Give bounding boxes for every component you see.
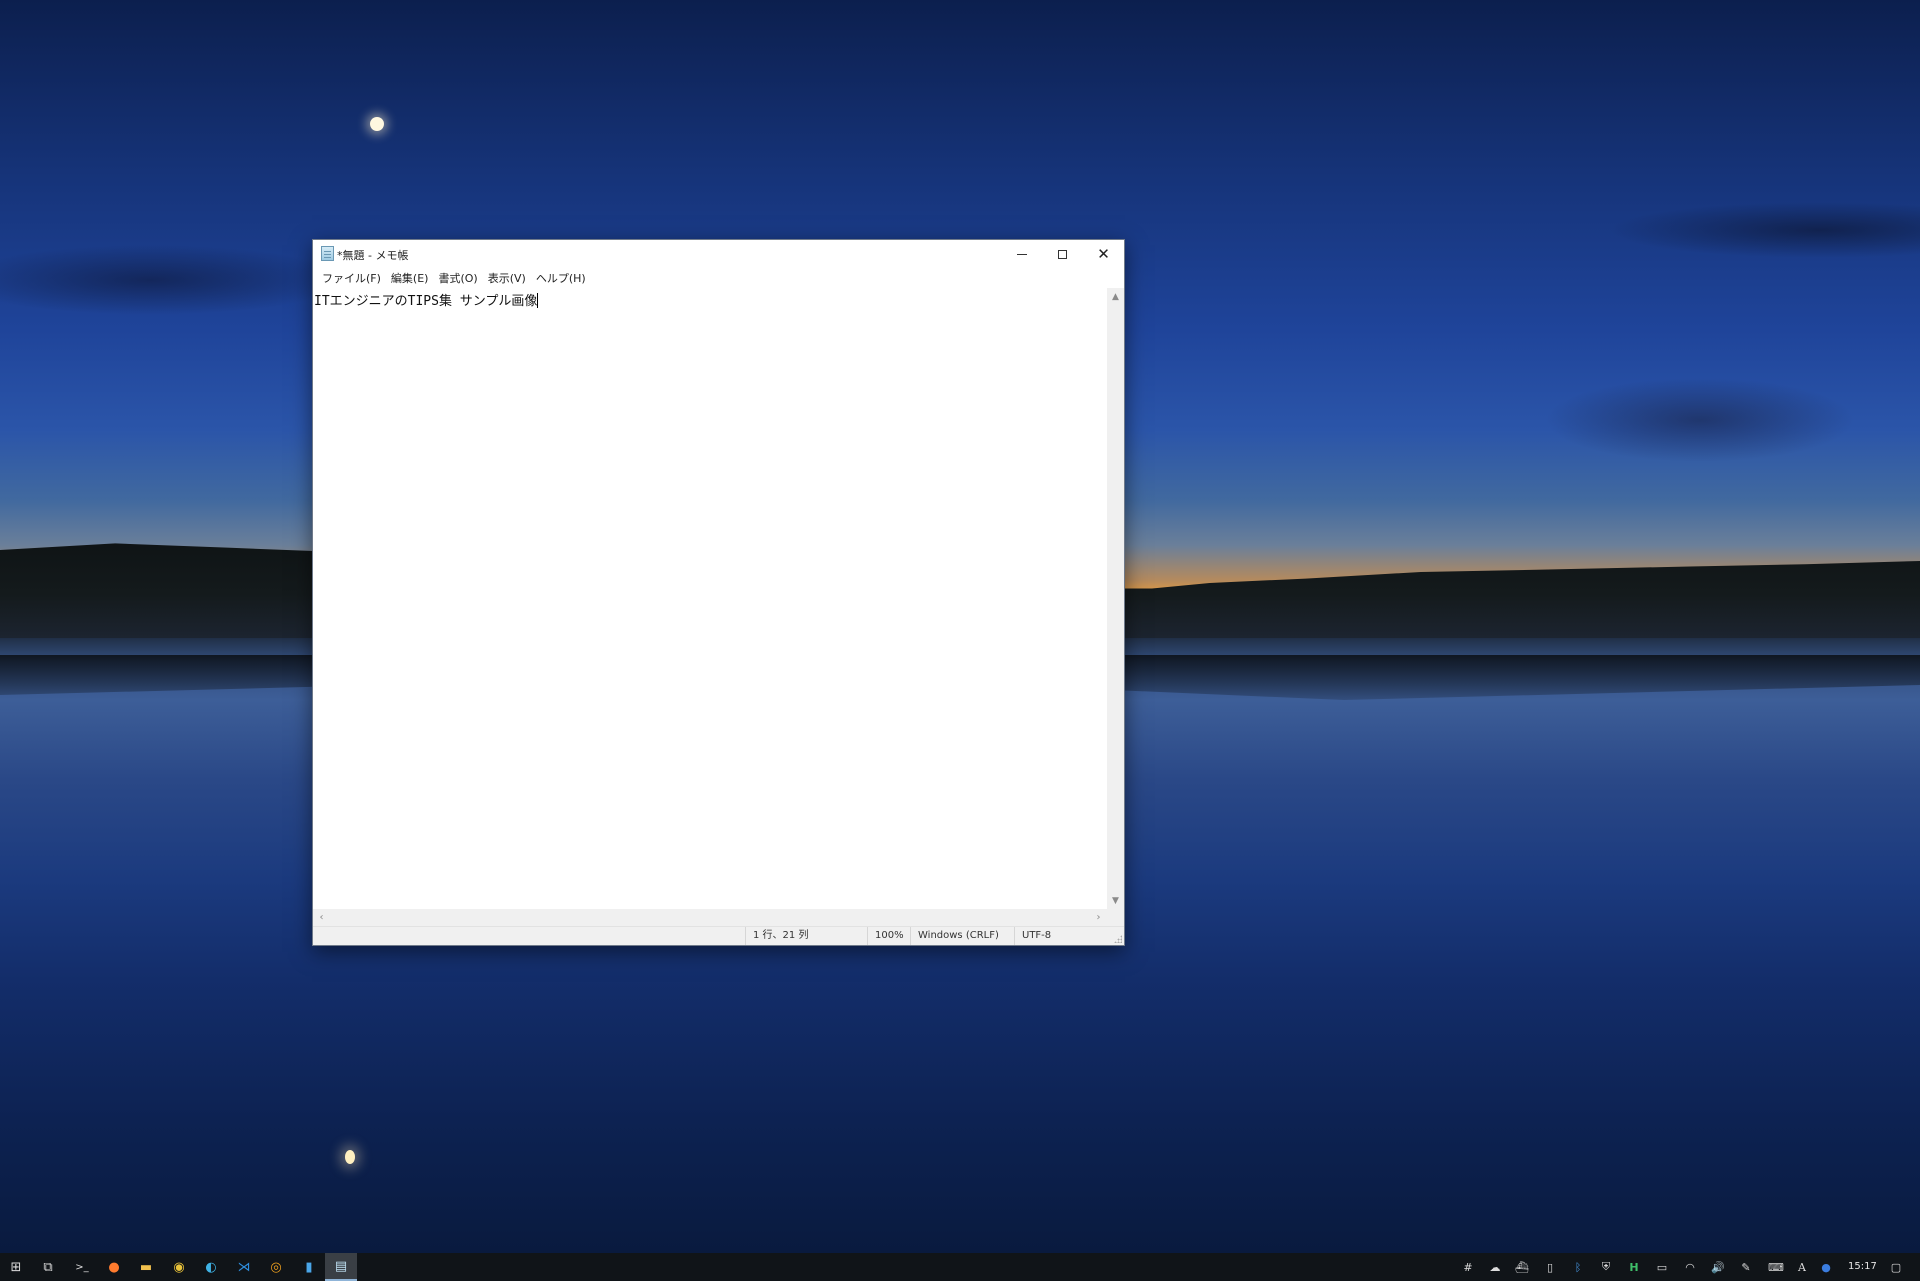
battery-icon[interactable]: ▭: [1650, 1253, 1674, 1281]
scroll-down-icon[interactable]: ▼: [1107, 892, 1124, 909]
status-line-ending: Windows (CRLF): [910, 927, 1014, 945]
app-icon[interactable]: ◎: [260, 1253, 292, 1281]
chrome-icon[interactable]: ◉: [163, 1253, 195, 1281]
scroll-up-icon[interactable]: ▲: [1107, 288, 1124, 305]
menu-bar: ファイル(F) 編集(E) 書式(O) 表示(V) ヘルプ(H): [313, 268, 1124, 288]
close-button[interactable]: ✕: [1083, 240, 1124, 268]
taskbar: ⊞ ⧉ >_ ● ▬ ◉ ◐ ⋊ ◎ ▮ ▤ # ☁ ⛴ ▯ ᛒ ⛨ H ▭ ◠…: [0, 1253, 1920, 1281]
docker-icon[interactable]: ⛴: [1510, 1253, 1534, 1281]
menu-format[interactable]: 書式(O): [433, 270, 482, 286]
slack-icon[interactable]: #: [1456, 1253, 1480, 1281]
minimize-button[interactable]: [1001, 240, 1042, 268]
edge-icon[interactable]: ◐: [195, 1253, 227, 1281]
wallpaper-moon: [370, 117, 384, 131]
notepad-taskbar-icon[interactable]: ▤: [325, 1253, 357, 1281]
notepad-icon: [321, 246, 334, 261]
maximize-button[interactable]: [1042, 240, 1083, 268]
volume-icon[interactable]: 🔊: [1706, 1253, 1730, 1281]
scroll-left-icon[interactable]: ‹: [313, 909, 330, 926]
notepad-window[interactable]: *無題 - メモ帳 ✕ ファイル(F) 編集(E) 書式(O) 表示(V) ヘル…: [312, 239, 1125, 946]
horizontal-scrollbar[interactable]: ‹ ›: [313, 909, 1107, 926]
menu-view[interactable]: 表示(V): [483, 270, 531, 286]
text-caret: [537, 293, 539, 308]
notification-icon[interactable]: ▢: [1884, 1253, 1908, 1281]
scrollbar-corner: [1107, 909, 1124, 926]
window-title: *無題 - メモ帳: [337, 249, 409, 262]
usb-icon[interactable]: ▯: [1538, 1253, 1562, 1281]
menu-file[interactable]: ファイル(F): [317, 270, 386, 286]
pen-icon[interactable]: ✎: [1734, 1253, 1758, 1281]
maximize-icon: [1058, 249, 1067, 259]
status-encoding: UTF-8: [1014, 927, 1124, 945]
menu-help[interactable]: ヘルプ(H): [531, 270, 591, 286]
title-bar[interactable]: *無題 - メモ帳 ✕: [313, 240, 1124, 268]
bluetooth-icon[interactable]: ᛒ: [1566, 1253, 1590, 1281]
vertical-scrollbar[interactable]: ▲ ▼: [1107, 288, 1124, 909]
status-zoom: 100%: [867, 927, 910, 945]
terminal-icon[interactable]: >_: [66, 1253, 98, 1281]
cloud-sync-icon[interactable]: ●: [1814, 1253, 1838, 1281]
taskbar-clock[interactable]: 15:17: [1848, 1253, 1877, 1281]
keyboard-icon[interactable]: ⌨: [1764, 1253, 1788, 1281]
security-icon[interactable]: ⛨: [1594, 1253, 1618, 1281]
wallpaper-moon-reflection: [345, 1150, 355, 1164]
firefox-icon[interactable]: ●: [98, 1253, 130, 1281]
ime-icon[interactable]: A: [1790, 1253, 1814, 1281]
h-app-icon[interactable]: H: [1622, 1253, 1646, 1281]
close-icon: ✕: [1097, 244, 1110, 263]
notes-icon[interactable]: ▮: [293, 1253, 325, 1281]
start-icon[interactable]: ⊞: [0, 1253, 32, 1281]
scroll-right-icon[interactable]: ›: [1090, 909, 1107, 926]
editor-content-line[interactable]: ITエンジニアのTIPS集 サンプル画像: [314, 290, 539, 309]
vscode-icon[interactable]: ⋊: [228, 1253, 260, 1281]
wifi-icon[interactable]: ◠: [1678, 1253, 1702, 1281]
editor-text: ITエンジニアのTIPS集 サンプル画像: [314, 294, 538, 309]
text-editor-area[interactable]: ITエンジニアのTIPS集 サンプル画像: [313, 288, 1107, 909]
task-view-icon[interactable]: ⧉: [32, 1253, 64, 1281]
menu-edit[interactable]: 編集(E): [386, 270, 434, 286]
minimize-icon: [1016, 253, 1027, 255]
onedrive-icon[interactable]: ☁: [1483, 1253, 1507, 1281]
file-explorer-icon[interactable]: ▬: [130, 1253, 162, 1281]
status-bar: 1 行、21 列 100% Windows (CRLF) UTF-8: [313, 926, 1124, 945]
status-cursor-position: 1 行、21 列: [745, 927, 867, 945]
